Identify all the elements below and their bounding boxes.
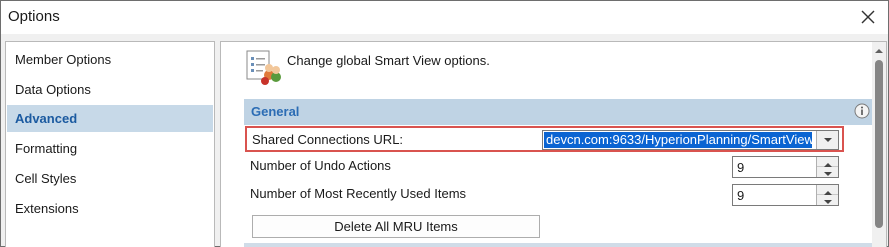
caret-down-icon <box>823 172 832 176</box>
chevron-down-icon <box>823 138 832 142</box>
options-dialog: Options Member Options Data Options Adva… <box>0 0 889 247</box>
sidebar-item-member-options[interactable]: Member Options <box>7 46 213 73</box>
page-description: Change global Smart View options. <box>287 53 490 68</box>
shared-connections-dropdown-button[interactable] <box>816 131 838 149</box>
mru-items-label: Number of Most Recently Used Items <box>250 186 467 201</box>
window-title: Options <box>8 8 60 25</box>
close-button[interactable] <box>854 3 882 31</box>
scroll-up-button[interactable] <box>872 44 886 56</box>
mru-items-increment[interactable] <box>817 185 838 195</box>
settings-page-icon <box>246 50 281 85</box>
vertical-scrollbar[interactable] <box>872 42 886 247</box>
mru-items-value[interactable]: 9 <box>737 188 744 203</box>
close-icon <box>861 10 875 24</box>
sidebar-item-cell-styles[interactable]: Cell Styles <box>7 165 213 192</box>
sidebar-item-data-options[interactable]: Data Options <box>7 76 213 103</box>
delete-mru-items-button[interactable]: Delete All MRU Items <box>252 215 540 238</box>
sidebar-item-formatting[interactable]: Formatting <box>7 135 213 162</box>
shared-connections-url-combobox[interactable]: devcn.com:9633/HyperionPlanning/SmartVie… <box>542 130 839 150</box>
options-sidebar: Member Options Data Options Advanced For… <box>5 41 215 247</box>
sidebar-item-extensions[interactable]: Extensions <box>7 195 213 222</box>
undo-actions-spin-buttons <box>816 157 838 177</box>
mru-items-stepper[interactable]: 9 <box>732 184 839 206</box>
mru-items-spin-buttons <box>816 185 838 205</box>
title-bar: Options <box>1 1 888 34</box>
undo-actions-decrement[interactable] <box>817 167 838 177</box>
sidebar-item-advanced[interactable]: Advanced <box>7 105 213 132</box>
undo-actions-label: Number of Undo Actions <box>250 158 391 173</box>
mru-items-decrement[interactable] <box>817 195 838 205</box>
next-section-header <box>244 243 872 247</box>
info-icon[interactable] <box>854 103 870 119</box>
section-header-general: General <box>244 99 872 125</box>
shared-connections-url-input[interactable]: devcn.com:9633/HyperionPlanning/SmartVie… <box>544 132 812 148</box>
undo-actions-stepper[interactable]: 9 <box>732 156 839 178</box>
section-title: General <box>251 104 300 119</box>
caret-down-icon <box>823 200 832 204</box>
caret-up-icon <box>875 49 883 53</box>
undo-actions-increment[interactable] <box>817 157 838 167</box>
shared-connections-row: Shared Connections URL: devcn.com:9633/H… <box>245 126 844 152</box>
shared-connections-label: Shared Connections URL: <box>252 132 404 147</box>
undo-actions-value[interactable]: 9 <box>737 160 744 175</box>
scrollbar-thumb[interactable] <box>875 60 883 228</box>
options-panel: Change global Smart View options. Genera… <box>220 41 887 247</box>
